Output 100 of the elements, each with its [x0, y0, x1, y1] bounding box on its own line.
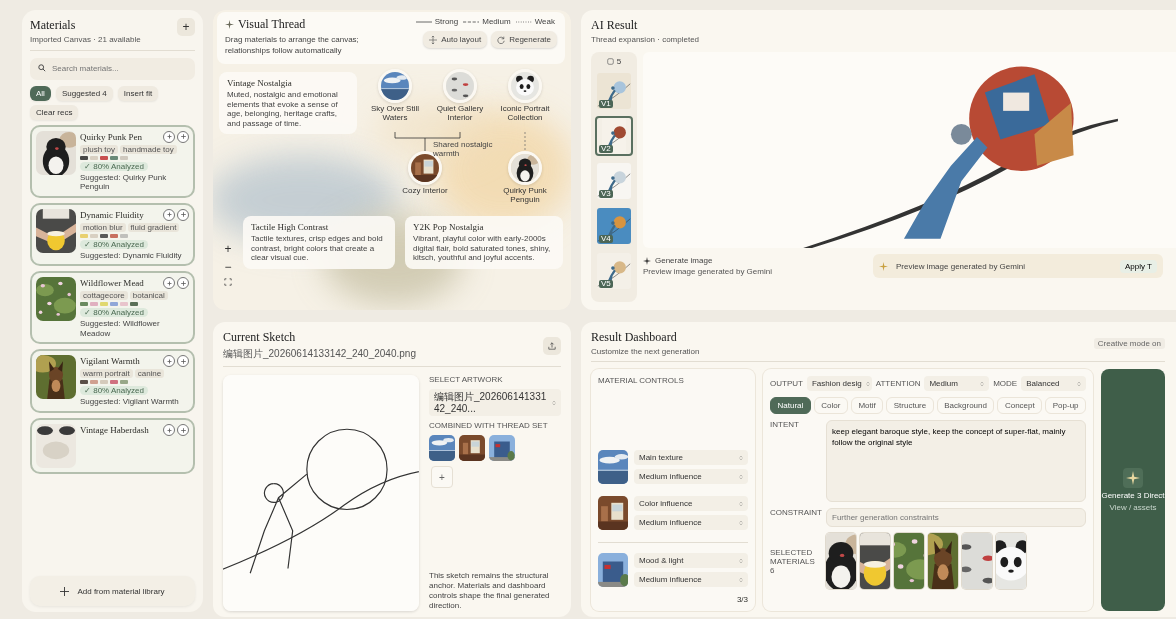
- panel-title: Current Sketch: [223, 330, 297, 345]
- node-label: Sky Over Still Waters: [370, 105, 420, 123]
- history-thumbnail[interactable]: V3: [595, 161, 633, 201]
- analysis-badge: ✓ 80% Analyzed: [80, 239, 148, 249]
- add-button[interactable]: +: [431, 466, 453, 488]
- history-thumbnail[interactable]: V5: [595, 251, 633, 291]
- panel-title: Visual Thread: [238, 17, 306, 32]
- analysis-badge: ✓ 80% Analyzed: [80, 386, 148, 396]
- field-label: COMBINED WITH THREAD SET: [429, 421, 549, 430]
- file-name: 编辑图片_20260614133142_240_2040.png: [223, 347, 416, 361]
- influence-select[interactable]: Medium influence: [634, 572, 748, 587]
- node-label: Quirky Punk Penguin: [502, 187, 548, 205]
- panel-title: AI Result: [591, 18, 639, 33]
- version-badge: V1: [599, 100, 613, 108]
- mode-chip: Creative mode on: [1093, 337, 1165, 349]
- material-tag: warm portrait: [80, 369, 133, 379]
- style-tab[interactable]: Background: [936, 397, 995, 414]
- panel-title: Materials: [30, 18, 77, 33]
- panel-title: Result Dashboard: [591, 330, 678, 345]
- material-tag: botanical: [129, 291, 168, 301]
- history-thumbnail[interactable]: V2: [595, 116, 633, 156]
- role-select[interactable]: Main texture: [634, 450, 748, 465]
- theme-card[interactable]: Tactile High Contrast Tactile textures, crisp edges and bold contrast, bright colors that create a clear visual cue.: [243, 216, 395, 269]
- setting-label: ATTENTION: [875, 379, 921, 388]
- material-tag: motion blur: [80, 222, 126, 232]
- filter-chip[interactable]: Insert fit: [117, 85, 159, 101]
- theme-card[interactable]: Y2K Pop Nostalgia Vibrant, playful color with early-2000s digital flair, bold saturated tones, shiny, kitsch, youthful and joyful accents.: [405, 216, 563, 269]
- material-tag: cottagecore: [80, 291, 128, 301]
- history-thumbnail[interactable]: V1: [595, 71, 633, 111]
- node-label: Cozy Interior: [401, 187, 449, 196]
- notice-text: Preview image generated by Gemini: [896, 261, 1026, 271]
- field-label: INTENT: [770, 420, 800, 429]
- version-badge: V4: [599, 235, 613, 243]
- role-select[interactable]: Mood & light: [634, 553, 748, 568]
- style-tab[interactable]: Pop-up: [1045, 397, 1087, 414]
- artwork-select[interactable]: 编辑图片_20260614133142_240...: [429, 389, 561, 416]
- material-tag: canine: [134, 369, 165, 379]
- material-title: Vigilant Warmth: [80, 356, 141, 367]
- caption-title: Generate image: [655, 256, 713, 265]
- constraint-field[interactable]: Further generation constraints: [826, 508, 1086, 527]
- material-card[interactable]: Vigilant Warmth warm portrait canine ✓ 80% Analyzed Suggested: Vigilant Warmth: [30, 349, 195, 414]
- history-count: 5: [616, 57, 622, 66]
- setting-select[interactable]: Balanced: [1021, 376, 1086, 391]
- filter-chip[interactable]: Suggested 4: [55, 85, 113, 101]
- material-card[interactable]: Dynamic Fluidity motion blur fluid gradient ✓ 80% Analyzed Suggested: Dynamic Fluidity: [30, 202, 195, 267]
- analysis-badge: ✓ 80% Analyzed: [80, 308, 148, 318]
- panel-subtitle: Thread expansion · completed: [591, 35, 701, 44]
- material-title: Vintage Haberdash: [80, 425, 150, 436]
- style-tab[interactable]: Natural: [770, 397, 811, 414]
- influence-select[interactable]: Medium influence: [634, 469, 748, 484]
- section-label: MATERIAL CONTROLS: [598, 376, 685, 385]
- legend-label: Medium: [482, 17, 511, 26]
- generate-button[interactable]: Generate 3 Direct View / assets: [1101, 369, 1165, 611]
- sketch-note: This sketch remains the structural anchor. Materials and dashboard controls shape the final generated direction.: [429, 571, 551, 611]
- panel-subtitle: Imported Canvas · 21 available: [30, 35, 141, 44]
- material-title: Quirky Punk Pen: [80, 131, 143, 142]
- material-description: Suggested: Vigilant Warmth: [80, 397, 180, 408]
- style-tab[interactable]: Color: [813, 397, 848, 414]
- influence-select[interactable]: Medium influence: [634, 515, 748, 530]
- legend-label: Weak: [534, 17, 555, 26]
- intent-field[interactable]: keep elegant baroque style, keep the concept of super-flat, mainly follow the original style: [826, 420, 1086, 502]
- node-label: Iconic Portrait Collection: [499, 105, 551, 123]
- style-tab[interactable]: Motif: [850, 397, 884, 414]
- material-card[interactable]: Quirky Punk Pen plush toy handmade toy ✓ 80% Analyzed Suggested: Quirky Punk Penguin: [30, 124, 195, 198]
- add-library-button[interactable]: Add from material library: [30, 576, 195, 606]
- material-description: Suggested: Quirky Punk Penguin: [80, 172, 168, 192]
- material-card[interactable]: Wildflower Mead cottagecore botanical ✓ 80% Analyzed Suggested: Wildflower Meadow: [30, 271, 195, 345]
- zoom-button[interactable]: +: [221, 242, 235, 256]
- field-label: SELECT ARTWORK: [429, 375, 504, 384]
- version-badge: V5: [599, 280, 613, 288]
- link-label: Shared nostalgic warmth: [433, 141, 494, 159]
- theme-title: Y2K Pop Nostalgia: [413, 222, 485, 232]
- style-tab[interactable]: Concept: [997, 397, 1043, 414]
- material-card[interactable]: Vintage Haberdash: [30, 418, 195, 475]
- field-label: SELECTED MATERIALS 6: [770, 547, 816, 575]
- zoom-button[interactable]: −: [221, 260, 235, 274]
- setting-label: MODE: [993, 379, 1018, 388]
- apply-button[interactable]: Apply T: [1120, 259, 1157, 273]
- search-field[interactable]: Search materials...: [30, 57, 195, 80]
- version-badge: V2: [599, 145, 613, 153]
- toolbar-button[interactable]: Regenerate: [491, 31, 557, 48]
- material-description: Suggested: Wildflower Meadow: [80, 319, 161, 339]
- theme-description: Muted, nostalgic and emotional elements that evoke a sense of age, belonging, heritage crafts, and passage of time.: [227, 90, 339, 129]
- theme-description: Tactile textures, crisp edges and bold contrast, bright colors that create a clear visual cue.: [251, 234, 384, 263]
- panel-subtitle: Customize the next generation: [591, 347, 700, 356]
- theme-title: Vintage Nostalgia: [227, 78, 293, 88]
- history-thumbnail[interactable]: V4: [595, 206, 633, 246]
- material-count: 3/3: [736, 595, 748, 604]
- style-tab[interactable]: Structure: [886, 397, 934, 414]
- material-title: Dynamic Fluidity: [80, 209, 145, 220]
- material-tag: plush toy: [80, 144, 119, 154]
- role-select[interactable]: Color influence: [634, 496, 748, 511]
- setting-select[interactable]: Medium: [924, 376, 990, 391]
- setting-select[interactable]: Fashion desig: [806, 376, 872, 391]
- setting-label: OUTPUT: [770, 379, 803, 388]
- toolbar-button[interactable]: Auto layout: [423, 31, 488, 48]
- filter-chip[interactable]: All: [30, 85, 51, 101]
- add-button[interactable]: +: [177, 18, 195, 36]
- filter-chip[interactable]: Clear recs: [30, 104, 79, 120]
- theme-card[interactable]: Vintage Nostalgia Muted, nostalgic and emotional elements that evoke a sense of age, belonging, heritage crafts, and passage of time.: [219, 72, 357, 135]
